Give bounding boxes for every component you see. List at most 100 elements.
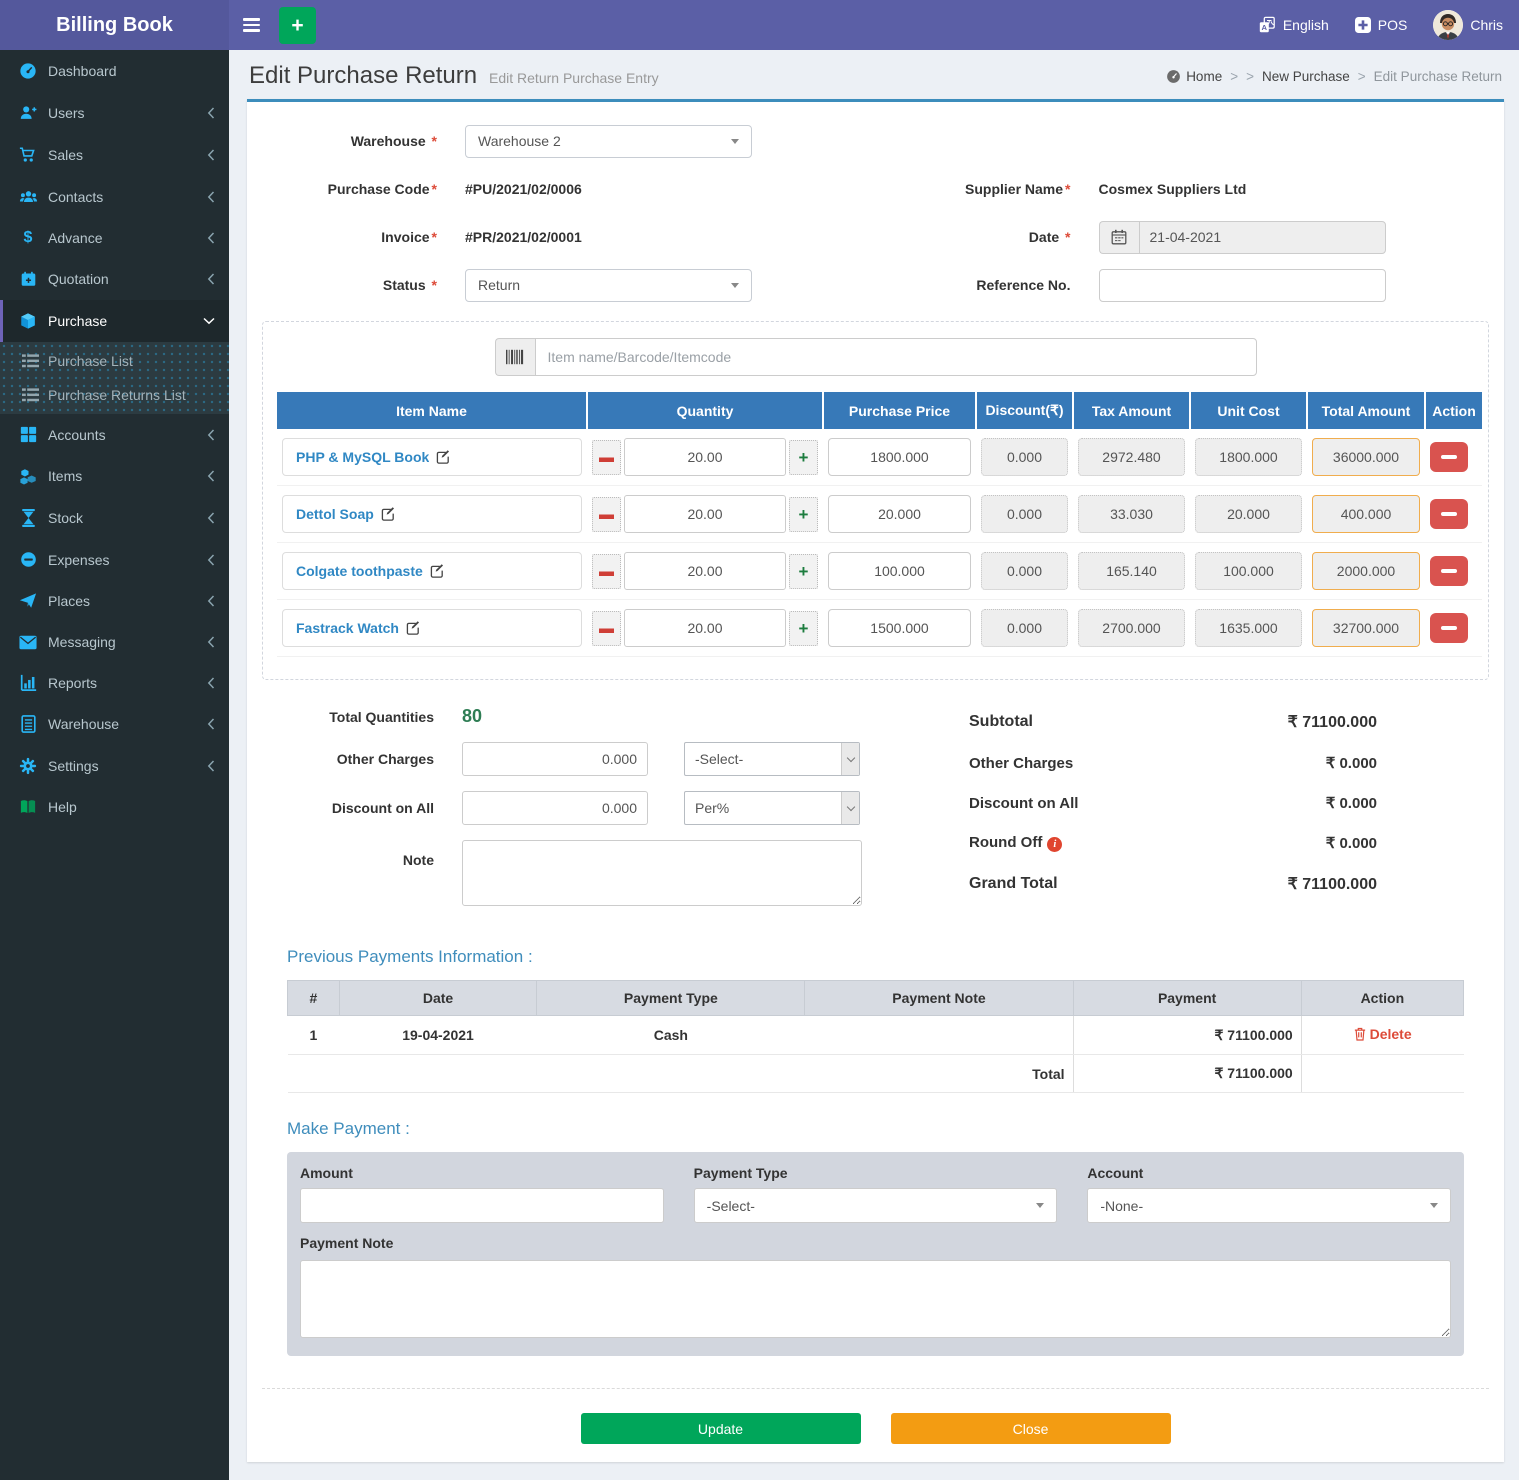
item-name-link[interactable]: PHP & MySQL Book (296, 449, 429, 465)
sidebar-item-dashboard[interactable]: Dashboard (0, 50, 229, 92)
purchase-price-input[interactable] (828, 552, 971, 590)
discount-on-all-input[interactable] (462, 791, 648, 825)
trash-icon (1354, 1027, 1366, 1041)
note-textarea[interactable] (462, 840, 862, 906)
close-button[interactable]: Close (891, 1413, 1171, 1444)
warehouse-select[interactable]: Warehouse 2 (465, 125, 752, 158)
remove-row-button[interactable] (1430, 556, 1468, 586)
item-name-link[interactable]: Fastrack Watch (296, 620, 399, 636)
gear-icon (15, 757, 41, 775)
quantity-input[interactable] (624, 552, 786, 590)
purchase-submenu: Purchase List Purchase Returns List (0, 342, 229, 414)
breadcrumb-home-link[interactable]: Home (1166, 69, 1222, 84)
language-menu[interactable]: A English (1258, 16, 1329, 34)
purchase-price-input[interactable] (828, 495, 971, 533)
amount-input[interactable] (300, 1188, 664, 1223)
discount-value: 0.000 (981, 609, 1068, 647)
sidebar-item-label: Sales (48, 147, 207, 163)
remove-row-button[interactable] (1430, 613, 1468, 643)
other-charges-input[interactable] (462, 742, 648, 776)
sidebar-item-label: Expenses (48, 552, 207, 568)
quantity-increase-button[interactable]: + (789, 611, 818, 646)
edit-icon[interactable] (406, 621, 421, 636)
payment-type-select[interactable]: -Select- (694, 1188, 1058, 1223)
chevron-left-icon (207, 718, 215, 730)
pos-menu[interactable]: POS (1355, 17, 1408, 33)
item-name-link[interactable]: Colgate toothpaste (296, 563, 423, 579)
sidebar-item-quotation[interactable]: Quotation (0, 258, 229, 300)
sidebar-item-purchase[interactable]: Purchase (0, 300, 229, 342)
sidebar-item-label: Messaging (48, 634, 207, 650)
account-select[interactable]: -None- (1087, 1188, 1451, 1223)
sidebar-item-messaging[interactable]: Messaging (0, 622, 229, 662)
warehouse-label: Warehouse * (262, 133, 465, 149)
edit-icon[interactable] (430, 564, 445, 579)
sidebar-toggle-button[interactable] (229, 0, 274, 50)
quick-add-button[interactable]: + (279, 7, 316, 44)
plus-icon: + (799, 506, 809, 523)
page-title-block: Edit Purchase Return Edit Return Purchas… (249, 62, 659, 90)
remove-row-button[interactable] (1430, 499, 1468, 529)
edit-icon[interactable] (436, 450, 451, 465)
sidebar-item-places[interactable]: Places (0, 580, 229, 622)
update-button[interactable]: Update (581, 1413, 861, 1444)
make-payment-section: Make Payment : Amount Payment Type -Sele… (287, 1119, 1464, 1356)
quantity-increase-button[interactable]: + (789, 440, 818, 475)
avatar (1433, 10, 1463, 40)
sidebar-item-expenses[interactable]: Expenses (0, 539, 229, 580)
sidebar-item-reports[interactable]: Reports (0, 662, 229, 703)
other-charges-select[interactable]: -Select- (684, 742, 860, 776)
col-tax-amount: Tax Amount (1073, 392, 1190, 429)
delete-payment-link[interactable]: Delete (1354, 1026, 1412, 1042)
remove-row-button[interactable] (1430, 442, 1468, 472)
sidebar-item-stock[interactable]: Stock (0, 497, 229, 539)
discount-type-select[interactable]: Per% (684, 791, 860, 825)
sidebar-item-help[interactable]: Help (0, 787, 229, 827)
sidebar-item-purchase-returns-list[interactable]: Purchase Returns List (0, 378, 229, 412)
payment-note-textarea[interactable] (300, 1260, 1451, 1338)
quantity-decrease-button[interactable]: ▬ (592, 611, 621, 646)
reference-no-input[interactable] (1099, 269, 1386, 302)
user-menu[interactable]: Chris (1433, 10, 1503, 40)
paper-plane-icon (15, 592, 41, 610)
quantity-decrease-button[interactable]: ▬ (592, 554, 621, 589)
sidebar-item-contacts[interactable]: Contacts (0, 176, 229, 218)
sidebar-item-items[interactable]: Items (0, 455, 229, 497)
payment-note-label: Payment Note (300, 1235, 1451, 1251)
item-name-link[interactable]: Dettol Soap (296, 506, 374, 522)
sidebar-item-accounts[interactable]: Accounts (0, 414, 229, 455)
sidebar-item-sales[interactable]: Sales (0, 134, 229, 176)
calendar-plus-icon (15, 270, 41, 288)
quantity-decrease-button[interactable]: ▬ (592, 497, 621, 532)
item-search-input[interactable] (535, 338, 1257, 376)
quantity-increase-button[interactable]: + (789, 554, 818, 589)
col-total-amount: Total Amount (1307, 392, 1425, 429)
quantity-input[interactable] (624, 438, 786, 476)
quantity-increase-button[interactable]: + (789, 497, 818, 532)
quantity-input[interactable] (624, 495, 786, 533)
info-icon[interactable]: i (1047, 837, 1062, 852)
sidebar-item-advance[interactable]: $ Advance (0, 218, 229, 258)
item-row: Colgate toothpaste ▬+ 0.000 165.140 100.… (277, 543, 1482, 600)
plus-icon: + (799, 563, 809, 580)
quantity-decrease-button[interactable]: ▬ (592, 440, 621, 475)
col-payment: Payment (1073, 981, 1301, 1016)
purchase-price-input[interactable] (828, 609, 971, 647)
date-input[interactable] (1139, 221, 1386, 254)
sidebar-item-users[interactable]: Users (0, 92, 229, 134)
chevron-left-icon (207, 677, 215, 689)
breadcrumb-new-purchase-link[interactable]: New Purchase (1262, 69, 1350, 84)
sidebar-item-purchase-list[interactable]: Purchase List (0, 344, 229, 378)
minus-icon (1441, 569, 1457, 574)
other-charges-total-label: Other Charges (969, 755, 1073, 772)
discount-value: 0.000 (981, 495, 1068, 533)
app-logo[interactable]: Billing Book (0, 0, 229, 50)
sidebar-item-settings[interactable]: Settings (0, 745, 229, 787)
edit-icon[interactable] (381, 507, 396, 522)
status-select[interactable]: Return (465, 269, 752, 302)
payment-number: 1 (288, 1016, 340, 1055)
purchase-price-input[interactable] (828, 438, 971, 476)
sidebar-item-warehouse[interactable]: Warehouse (0, 703, 229, 745)
items-table-header: Item Name Quantity Purchase Price Discou… (277, 392, 1482, 429)
quantity-input[interactable] (624, 609, 786, 647)
